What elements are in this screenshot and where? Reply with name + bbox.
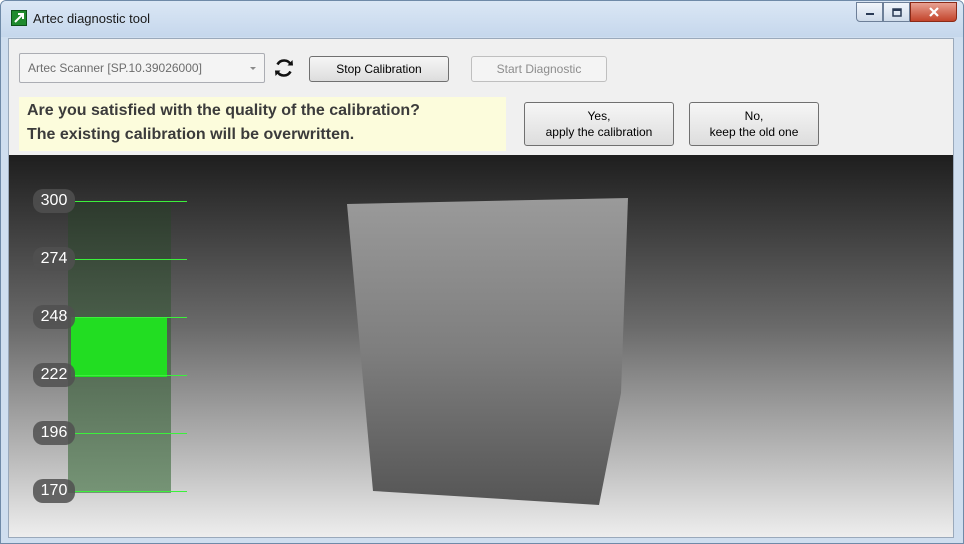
keep-old-label-1: No, <box>744 109 764 123</box>
keep-old-calibration-button[interactable]: No, keep the old one <box>689 102 819 146</box>
app-window: Artec diagnostic tool Artec Scanner [SP.… <box>0 0 964 544</box>
gauge-tick-line <box>75 491 187 492</box>
window-title: Artec diagnostic tool <box>33 11 151 26</box>
maximize-icon <box>891 7 902 17</box>
question-line-1: Are you satisfied with the quality of th… <box>27 102 420 119</box>
gauge-tick-line <box>75 375 187 376</box>
start-diagnostic-button[interactable]: Start Diagnostic <box>471 56 607 82</box>
confirmation-message: Are you satisfied with the quality of th… <box>19 97 506 151</box>
apply-calibration-button[interactable]: Yes, apply the calibration <box>524 102 674 146</box>
scanner-select[interactable]: Artec Scanner [SP.10.39026000] <box>19 53 265 83</box>
scanner-viewport[interactable]: 300 274 248 222 196 170 <box>9 155 953 537</box>
gauge-tick-label: 222 <box>33 363 75 387</box>
gauge-tick-label: 248 <box>33 305 75 329</box>
scanner-select-value: Artec Scanner [SP.10.39026000] <box>28 61 202 75</box>
minimize-icon <box>865 13 874 15</box>
apply-calibration-label-2: apply the calibration <box>545 125 653 139</box>
refresh-button[interactable] <box>272 56 296 80</box>
gauge-tick-label: 196 <box>33 421 75 445</box>
toolbar: Artec Scanner [SP.10.39026000] Stop Cali… <box>9 39 953 93</box>
title-bar[interactable]: Artec diagnostic tool <box>1 1 963 37</box>
chevron-down-icon <box>250 67 256 70</box>
gauge-tick-line <box>75 433 187 434</box>
close-button[interactable] <box>910 2 957 22</box>
gauge-tick-label: 274 <box>33 247 75 271</box>
close-icon <box>928 7 939 17</box>
maximize-button[interactable] <box>883 2 910 22</box>
stop-calibration-button[interactable]: Stop Calibration <box>309 56 449 82</box>
distance-gauge-fill <box>71 317 167 378</box>
client-area: Artec Scanner [SP.10.39026000] Stop Cali… <box>8 38 954 538</box>
minimize-button[interactable] <box>856 2 883 22</box>
gauge-tick-line <box>75 317 187 318</box>
question-line-2: The existing calibration will be overwri… <box>27 126 355 143</box>
gauge-tick-line <box>75 259 187 260</box>
caption-buttons <box>856 2 957 22</box>
keep-old-label-2: keep the old one <box>709 125 799 139</box>
gauge-tick-line <box>75 201 187 202</box>
refresh-icon <box>275 59 293 77</box>
app-icon <box>11 10 27 26</box>
gauge-tick-label: 300 <box>33 189 75 213</box>
apply-calibration-label-1: Yes, <box>587 109 611 123</box>
confirmation-panel: Are you satisfied with the quality of th… <box>9 93 953 155</box>
gauge-tick-label: 170 <box>33 479 75 503</box>
